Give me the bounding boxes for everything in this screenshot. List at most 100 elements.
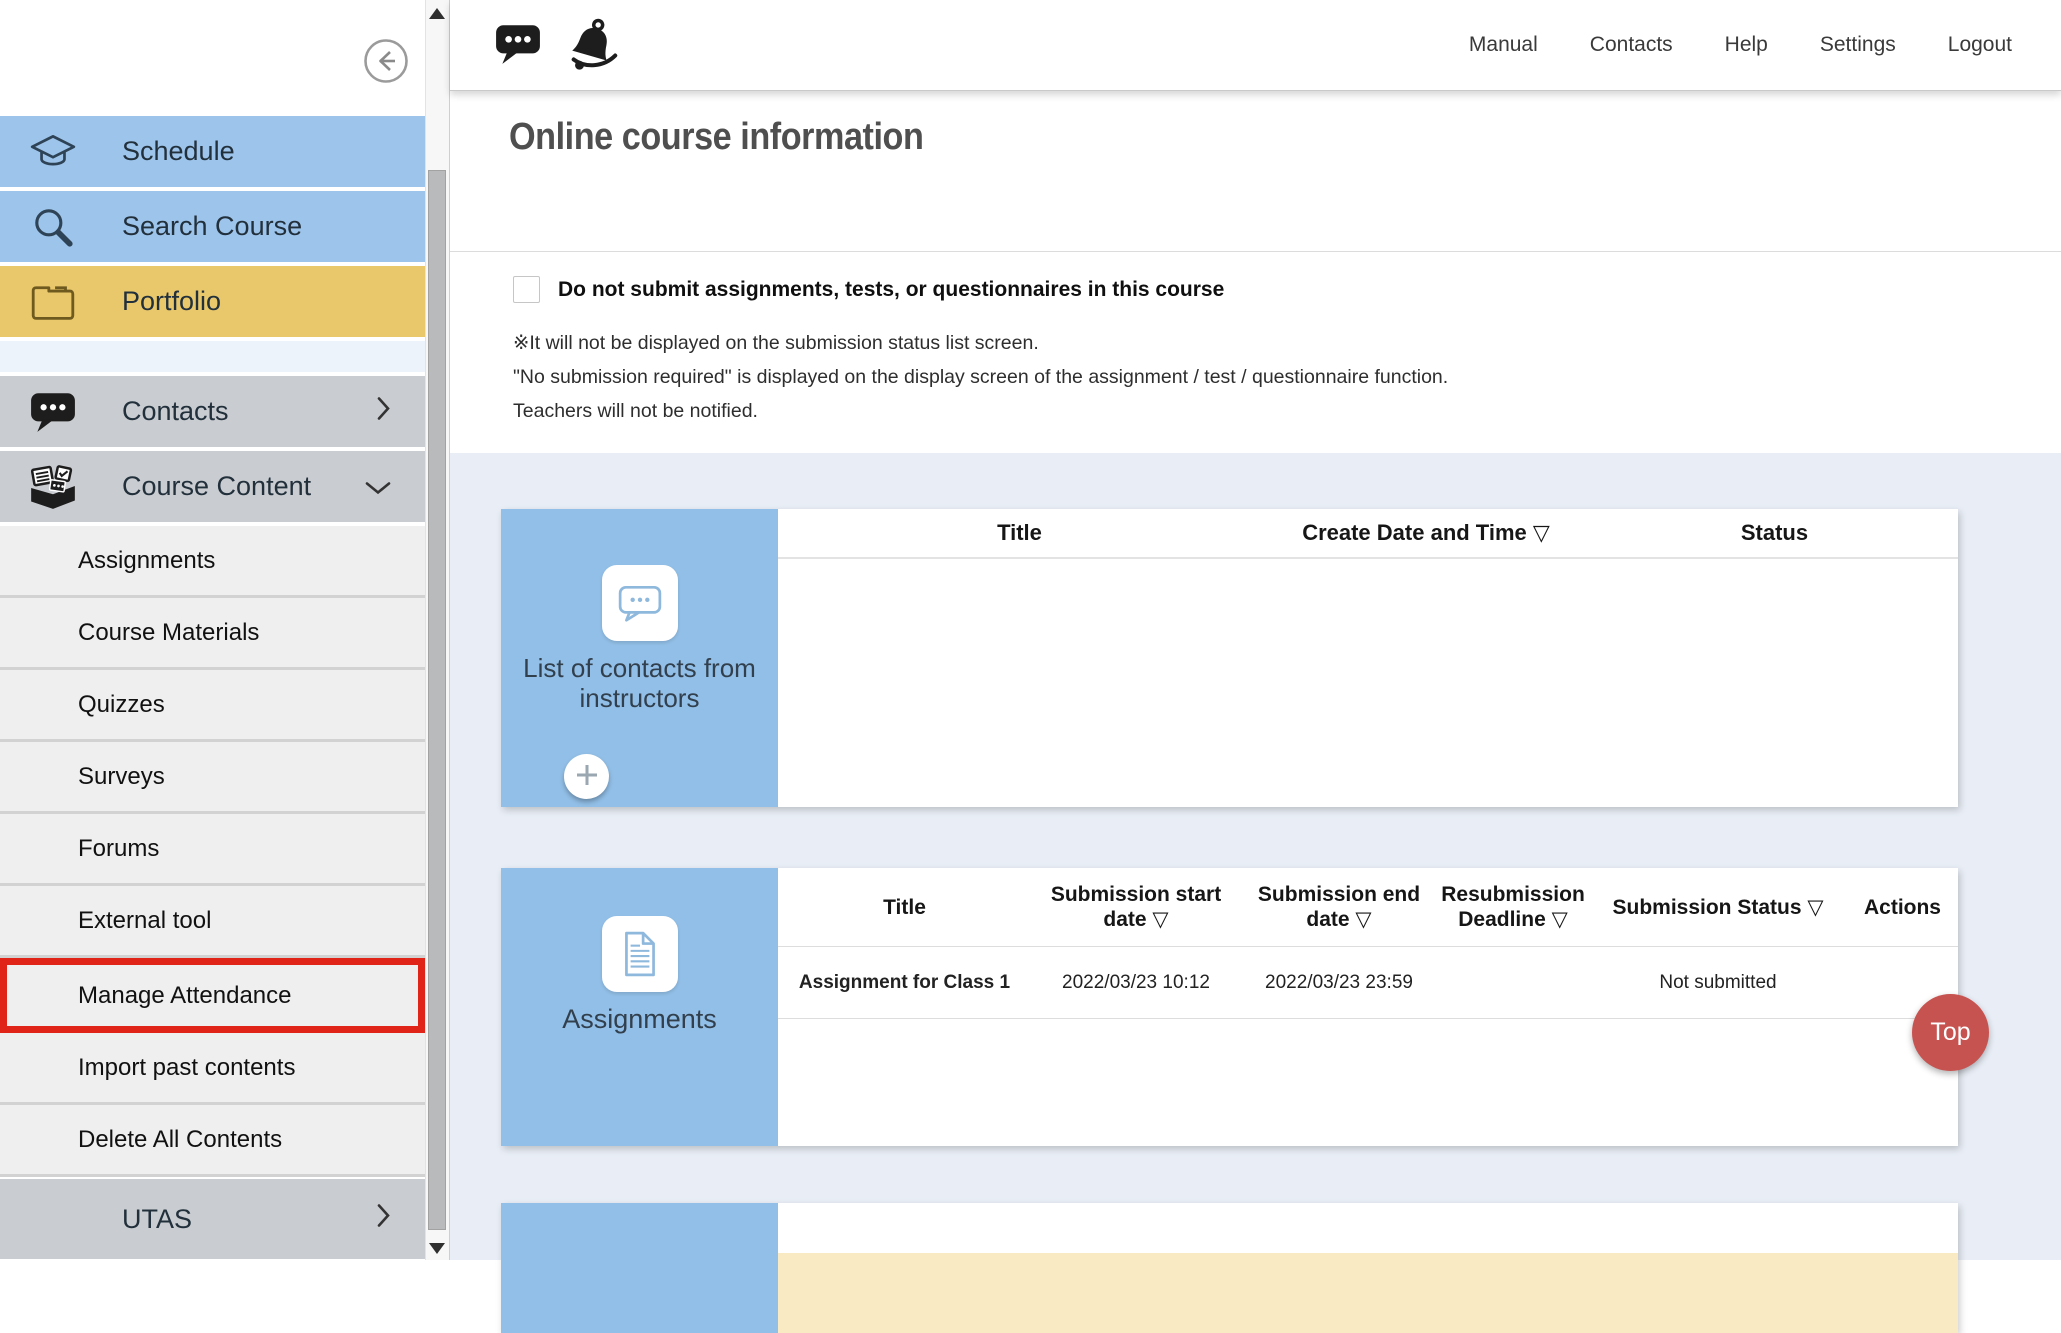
assignment-row[interactable]: Assignment for Class 1 2022/03/23 10:12 …	[778, 947, 1958, 1019]
column-header-submission-start[interactable]: Submission start date ▽	[1031, 868, 1241, 946]
sidebar-item-portfolio[interactable]: Portfolio	[0, 266, 425, 337]
sidebar-item-label: Assignments	[0, 547, 215, 575]
sidebar-item-manage-attendance[interactable]: Manage Attendance	[0, 958, 425, 1033]
column-header-create-date[interactable]: Create Date and Time ▽	[1261, 509, 1591, 557]
no-submit-option-row: Do not submit assignments, tests, or que…	[513, 276, 2061, 303]
course-content-box-icon	[27, 461, 79, 513]
column-header-actions: Actions	[1847, 868, 1958, 946]
notifications-button[interactable]	[566, 16, 620, 75]
sidebar-item-utas[interactable]: UTAS	[0, 1179, 425, 1259]
section-label: List of contacts from instructors	[501, 653, 778, 713]
assignments-table-empty-space	[778, 1019, 1958, 1146]
assignments-section-header: Assignments	[501, 868, 778, 1146]
sidebar-item-search-course[interactable]: Search Course	[0, 191, 425, 262]
sidebar-item-surveys[interactable]: Surveys	[0, 742, 425, 814]
topbar-link-contacts[interactable]: Contacts	[1590, 33, 1673, 57]
no-submit-checkbox-label: Do not submit assignments, tests, or que…	[558, 278, 1224, 302]
next-section-header	[501, 1203, 778, 1333]
page-title: Online course information	[509, 117, 923, 157]
sidebar-item-course-materials[interactable]: Course Materials	[0, 598, 425, 670]
note-line: ※It will not be displayed on the submiss…	[513, 331, 2061, 355]
note-line: "No submission required" is displayed on…	[513, 366, 2061, 389]
sidebar-collapse-button[interactable]	[363, 38, 409, 84]
chevron-down-icon	[365, 471, 391, 502]
contacts-table-empty-body	[778, 559, 1958, 807]
sidebar-item-label: Delete All Contents	[0, 1126, 282, 1154]
contacts-table: Title Create Date and Time ▽ Status	[778, 509, 1958, 807]
scroll-down-arrow-icon[interactable]	[429, 1243, 445, 1254]
sidebar-spacer	[0, 341, 425, 372]
sidebar-item-label: Forums	[0, 835, 159, 863]
topbar: Manual Contacts Help Settings Logout	[450, 0, 2061, 91]
next-section-card	[501, 1203, 1958, 1333]
column-header-resubmission-deadline[interactable]: Resubmission Deadline ▽	[1437, 868, 1589, 946]
sidebar: Schedule Search Course Portfolio	[0, 0, 425, 1260]
column-header-title: Title	[778, 509, 1261, 557]
option-notes: ※It will not be displayed on the submiss…	[513, 331, 2061, 423]
chat-bubble-icon	[27, 386, 79, 438]
assignment-title-cell[interactable]: Assignment for Class 1	[778, 947, 1031, 1018]
content-sections: List of contacts from instructors Title …	[450, 453, 2061, 1260]
sidebar-item-label: Quizzes	[0, 691, 165, 719]
sidebar-item-forums[interactable]: Forums	[0, 814, 425, 886]
topbar-icons	[450, 16, 620, 75]
sidebar-item-import-past-contents[interactable]: Import past contents	[0, 1033, 425, 1105]
topbar-link-logout[interactable]: Logout	[1948, 33, 2012, 57]
sidebar-item-schedule[interactable]: Schedule	[0, 116, 425, 187]
chevron-right-icon	[377, 396, 391, 427]
sidebar-item-label: Manage Attendance	[7, 982, 292, 1010]
topbar-link-settings[interactable]: Settings	[1820, 33, 1896, 57]
section-label: Assignments	[562, 1004, 717, 1034]
chat-bubble-icon	[494, 54, 542, 69]
plus-icon	[573, 761, 601, 792]
folder-icon	[27, 276, 79, 328]
bell-icon	[566, 60, 620, 75]
add-contact-button[interactable]	[564, 754, 609, 799]
assignments-section-card: Assignments Title Submission start date …	[501, 868, 1958, 1146]
back-arrow-icon	[363, 72, 409, 87]
assignment-title[interactable]: Assignment for Class 1	[799, 971, 1010, 994]
sidebar-item-label: Course Materials	[0, 619, 259, 647]
column-header-submission-status[interactable]: Submission Status ▽	[1589, 868, 1847, 946]
sidebar-item-label: Surveys	[0, 763, 165, 791]
sidebar-item-quizzes[interactable]: Quizzes	[0, 670, 425, 742]
scroll-to-top-button[interactable]: Top	[1912, 994, 1989, 1071]
sidebar-scrollbar[interactable]	[425, 0, 449, 1260]
sidebar-item-external-tool[interactable]: External tool	[0, 886, 425, 958]
assignments-table: Title Submission start date ▽ Submission…	[778, 868, 1958, 1146]
sidebar-header	[0, 0, 425, 116]
sidebar-item-label: UTAS	[0, 1204, 192, 1235]
contacts-chat-icon	[602, 565, 678, 641]
sidebar-item-label: Import past contents	[0, 1054, 295, 1082]
assignment-status-cell: Not submitted	[1589, 947, 1847, 1018]
no-submit-checkbox[interactable]	[513, 276, 540, 303]
course-options: Do not submit assignments, tests, or que…	[450, 252, 2061, 453]
sidebar-item-label: External tool	[0, 907, 211, 935]
assignment-start-cell: 2022/03/23 10:12	[1031, 947, 1241, 1018]
scroll-up-arrow-icon[interactable]	[429, 8, 445, 19]
chevron-right-icon	[377, 1204, 391, 1235]
sidebar-item-delete-all-contents[interactable]: Delete All Contents	[0, 1105, 425, 1177]
contacts-section-header: List of contacts from instructors	[501, 509, 778, 807]
assignment-resubmission-cell	[1437, 947, 1589, 1018]
lms-online-course-page: { "topbar": { "links": [ {"label": "Manu…	[0, 0, 2061, 1260]
contacts-section-card: List of contacts from instructors Title …	[501, 509, 1958, 807]
column-header-submission-end[interactable]: Submission end date ▽	[1241, 868, 1437, 946]
contacts-table-header: Title Create Date and Time ▽ Status	[778, 509, 1958, 559]
sidebar-item-assignments[interactable]: Assignments	[0, 526, 425, 598]
next-section-table	[778, 1203, 1958, 1333]
messages-button[interactable]	[494, 22, 542, 69]
graduation-cap-icon	[27, 126, 79, 178]
topbar-links: Manual Contacts Help Settings Logout	[1469, 33, 2061, 57]
column-header-status: Status	[1591, 509, 1958, 557]
next-section-header-row	[778, 1203, 1958, 1253]
scrollbar-thumb[interactable]	[428, 170, 446, 1230]
assignment-end-cell: 2022/03/23 23:59	[1241, 947, 1437, 1018]
topbar-link-manual[interactable]: Manual	[1469, 33, 1538, 57]
sidebar-item-course-content[interactable]: Course Content	[0, 451, 425, 522]
page-header: Online course information	[450, 91, 2061, 252]
next-section-highlighted-row	[778, 1253, 1958, 1333]
topbar-link-help[interactable]: Help	[1725, 33, 1768, 57]
sidebar-item-contacts[interactable]: Contacts	[0, 376, 425, 447]
main-area: Manual Contacts Help Settings Logout Onl…	[449, 0, 2061, 1260]
